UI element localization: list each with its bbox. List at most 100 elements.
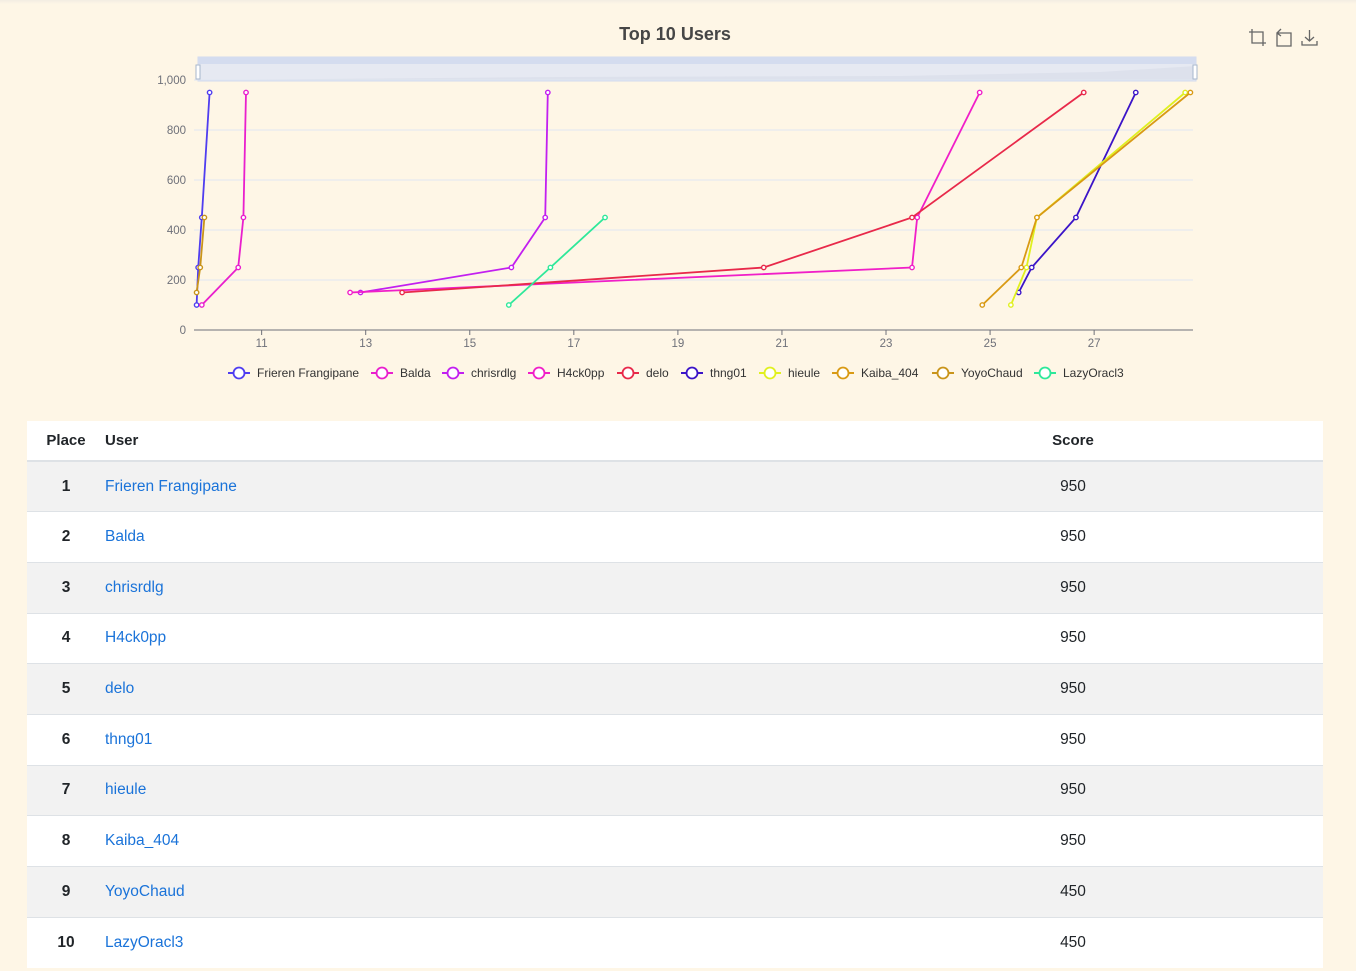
legend-label[interactable]: thng01: [710, 366, 747, 380]
series-line-hieule: [1010, 91, 1186, 306]
score-cell: 950: [993, 713, 1323, 766]
user-link[interactable]: LazyOracl3: [105, 934, 183, 951]
y-tick-label: 0: [180, 325, 186, 337]
legend-marker[interactable]: [375, 366, 389, 380]
legend-marker[interactable]: [532, 366, 546, 380]
legend-label[interactable]: LazyOracl3: [1063, 366, 1124, 380]
data-point[interactable]: [1018, 264, 1025, 271]
data-point[interactable]: [193, 302, 200, 308]
legend-label[interactable]: YoyoChaud: [961, 366, 1023, 380]
score-cell: 950: [993, 764, 1323, 816]
legend-marker[interactable]: [763, 366, 777, 380]
place-cell: 5: [27, 663, 105, 715]
table-row: 1 Frieren Frangipane 950: [27, 460, 1323, 512]
data-point[interactable]: [1028, 264, 1035, 271]
data-point[interactable]: [201, 214, 208, 221]
series-line-lazyoracl3: [508, 216, 606, 306]
data-point[interactable]: [347, 289, 353, 296]
restore-icon[interactable]: [1274, 28, 1293, 47]
data-point[interactable]: [206, 89, 213, 96]
series-line-h4ck0pp: [350, 92, 981, 294]
y-tick-label: 200: [167, 275, 186, 287]
data-point[interactable]: [505, 302, 512, 308]
chart-title: Top 10 Users: [619, 24, 731, 44]
legend-marker[interactable]: [232, 366, 246, 380]
legend-label[interactable]: delo: [646, 366, 669, 380]
download-icon[interactable]: [1300, 28, 1319, 47]
data-point[interactable]: [193, 289, 200, 296]
data-point[interactable]: [240, 214, 247, 221]
place-cell: 6: [27, 713, 105, 766]
user-link[interactable]: delo: [105, 680, 134, 697]
data-point[interactable]: [602, 214, 608, 221]
x-tick-label: 23: [880, 338, 893, 350]
table-row: 5 delo 950: [27, 663, 1323, 715]
user-link[interactable]: hieule: [105, 781, 146, 798]
user-link[interactable]: chrisrdlg: [105, 579, 164, 596]
data-point[interactable]: [508, 264, 515, 271]
legend-marker[interactable]: [446, 366, 460, 380]
data-point[interactable]: [243, 89, 249, 96]
data-point[interactable]: [198, 302, 205, 308]
user-link[interactable]: thng01: [105, 731, 152, 748]
data-point[interactable]: [1080, 89, 1087, 96]
x-tick-label: 13: [359, 338, 372, 350]
user-link[interactable]: Kaiba_404: [105, 832, 179, 849]
user-link[interactable]: Frieren Frangipane: [105, 478, 237, 495]
table-row: 8 Kaiba_404 950: [27, 815, 1323, 867]
data-point[interactable]: [976, 89, 983, 96]
legend-label[interactable]: Frieren Frangipane: [257, 366, 359, 380]
scoreboard-chart: Top 10 Users 0 200 400 600 800 1,000 11 13 15 17 19…: [0, 0, 1356, 400]
legend-label[interactable]: Kaiba_404: [861, 366, 919, 380]
data-point[interactable]: [909, 214, 915, 221]
place-cell: 7: [27, 764, 105, 816]
legend-label[interactable]: H4ck0pp: [557, 366, 605, 380]
y-tick-label: 400: [167, 225, 186, 237]
data-point[interactable]: [909, 264, 915, 271]
data-point[interactable]: [1034, 214, 1040, 221]
data-point[interactable]: [197, 264, 204, 271]
datazoom-handle-left[interactable]: [195, 64, 201, 80]
score-cell: 950: [993, 460, 1323, 512]
data-point[interactable]: [979, 302, 986, 308]
score-cell: 450: [993, 916, 1323, 968]
legend-marker[interactable]: [621, 366, 635, 380]
datazoom-handle-right[interactable]: [1192, 64, 1198, 80]
x-tick-label: 11: [256, 338, 268, 350]
y-tick-label: 1,000: [157, 75, 186, 87]
table-row: 10 LazyOracl3 450: [27, 916, 1323, 968]
data-point[interactable]: [1187, 89, 1194, 96]
x-tick-label: 27: [1088, 338, 1101, 350]
data-point[interactable]: [542, 214, 549, 221]
data-point[interactable]: [1023, 264, 1030, 271]
y-tick-label: 600: [167, 175, 186, 187]
legend-label[interactable]: chrisrdlg: [471, 366, 516, 380]
data-point[interactable]: [547, 264, 554, 271]
table-row: 2 Balda 950: [27, 511, 1323, 563]
legend-marker[interactable]: [685, 366, 699, 380]
data-point[interactable]: [235, 264, 242, 271]
series-line-kaiba-404: [981, 91, 1191, 306]
place-cell: 4: [27, 612, 105, 664]
table-row: 4 H4ck0pp 950: [27, 612, 1323, 664]
data-point[interactable]: [1132, 89, 1139, 96]
user-link[interactable]: YoyoChaud: [105, 883, 185, 900]
legend-label[interactable]: Balda: [400, 366, 431, 380]
user-link[interactable]: H4ck0pp: [105, 629, 166, 646]
zoom-icon[interactable]: [1248, 28, 1267, 47]
data-point[interactable]: [1007, 302, 1014, 308]
legend-marker[interactable]: [936, 366, 950, 380]
data-point[interactable]: [544, 89, 551, 96]
legend-marker[interactable]: [836, 366, 850, 380]
legend-marker[interactable]: [1038, 366, 1052, 380]
score-cell: 450: [993, 866, 1323, 918]
series-line-delo: [402, 91, 1085, 294]
data-point[interactable]: [1182, 89, 1189, 96]
data-point[interactable]: [760, 264, 767, 271]
data-point[interactable]: [399, 289, 406, 296]
data-point[interactable]: [1073, 214, 1079, 221]
data-point[interactable]: [914, 214, 921, 221]
user-link[interactable]: Balda: [105, 528, 145, 545]
place-cell: 9: [27, 866, 105, 918]
legend-label[interactable]: hieule: [788, 366, 820, 380]
